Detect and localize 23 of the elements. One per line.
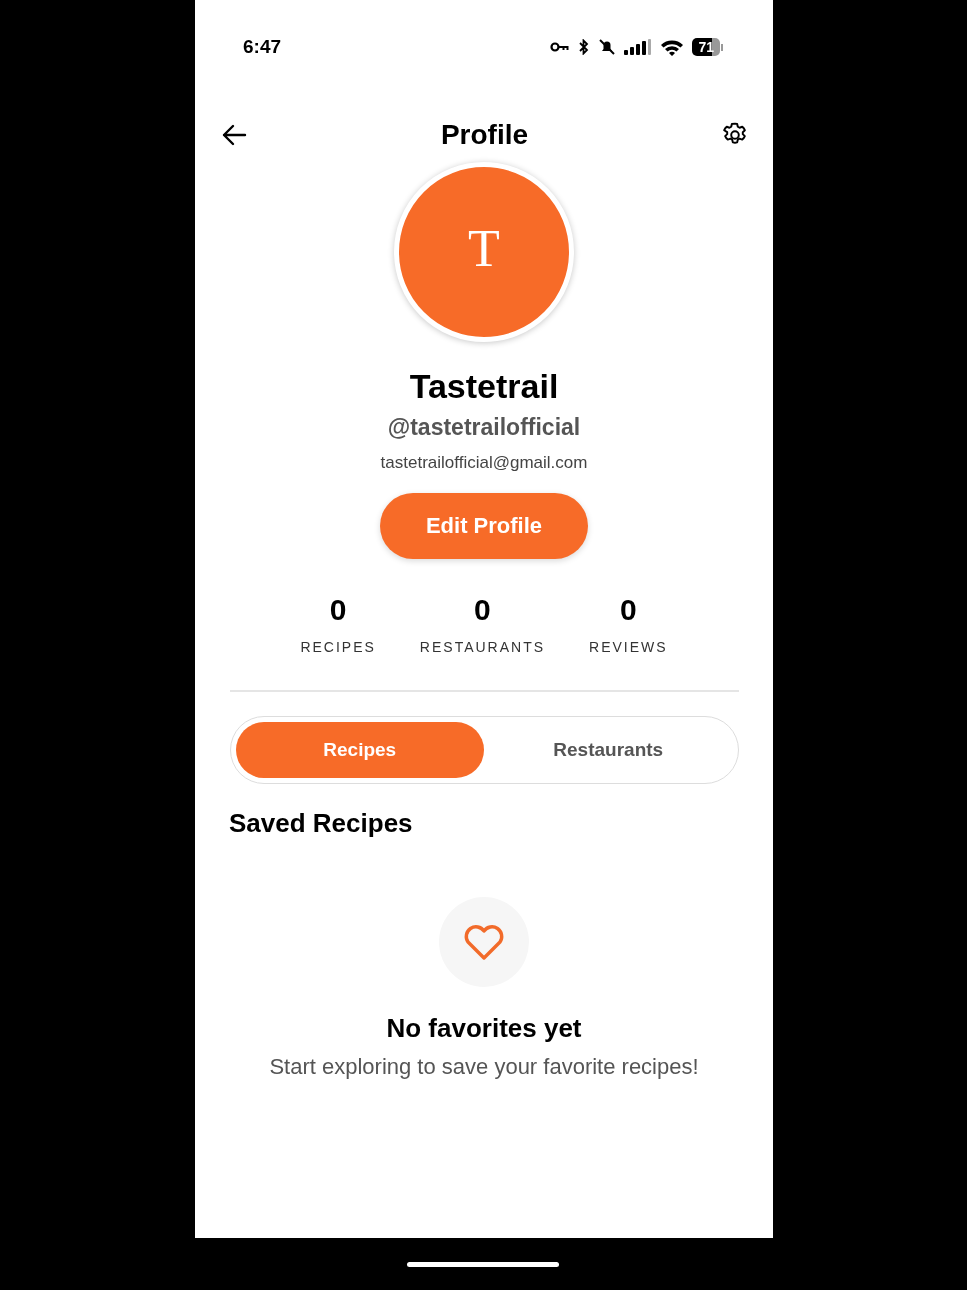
section-title: Saved Recipes [229,808,413,839]
stat-label: RECIPES [300,639,376,655]
muted-bell-icon [598,38,617,56]
edit-profile-button[interactable]: Edit Profile [380,493,588,559]
tab[interactable]: Recipes [235,722,484,778]
stat-label: REVIEWS [589,639,668,655]
back-arrow-icon[interactable] [221,124,247,146]
profile-name: Tastetrail [409,367,559,406]
profile-handle: @tastetrailofficial [387,414,581,441]
stat-label: RESTAURANTS [419,639,546,655]
empty-state-message: Start exploring to save your favorite recipes! [269,1054,699,1080]
page-title: Profile [440,119,529,151]
stat-count: 0 [474,593,491,627]
stat-count: 0 [329,593,347,627]
profile-email: tastetrailofficial@gmail.com [380,453,588,473]
tab[interactable]: Restaurants [484,722,733,778]
wifi-icon [660,38,685,56]
empty-state-title: No favorites yet [386,1013,582,1044]
key-icon [550,42,571,52]
bluetooth-icon [578,39,591,55]
status-time: 6:47 [243,36,282,58]
signal-icon [624,39,653,55]
stat-count: 0 [620,593,637,627]
